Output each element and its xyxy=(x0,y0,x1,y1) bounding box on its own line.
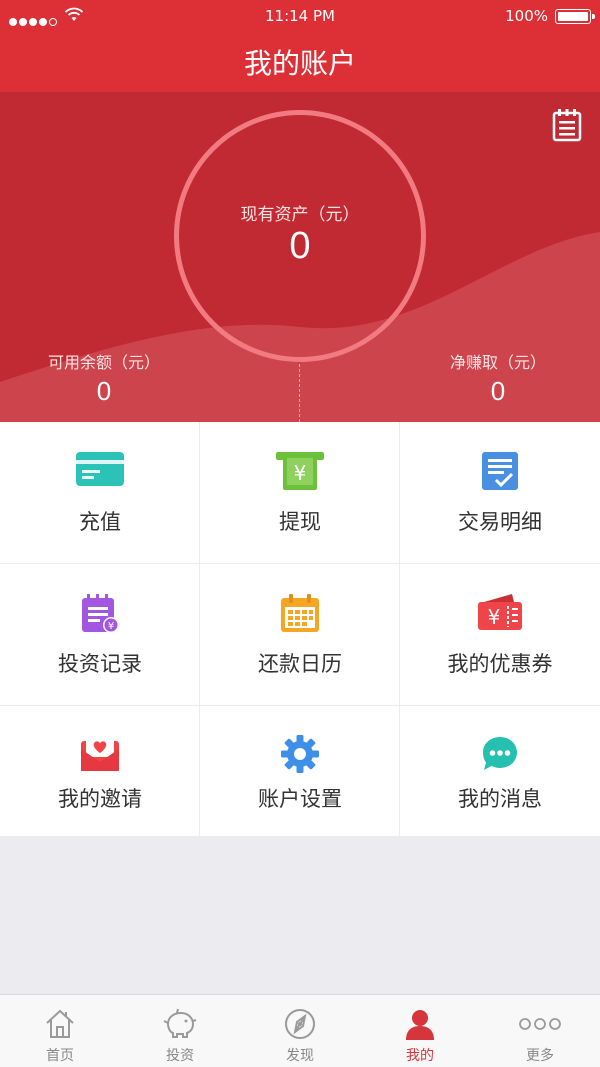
account-summary: 现有资产（元） 0 可用余额（元） 0 净赚取（元） 0 xyxy=(0,92,600,422)
menu-transactions[interactable]: 交易明细 xyxy=(400,422,600,564)
menu-withdraw[interactable]: ¥ 提现 xyxy=(200,422,400,564)
home-icon xyxy=(46,1009,74,1038)
battery-percent: 100% xyxy=(505,7,548,25)
tab-label: 首页 xyxy=(46,1048,74,1064)
tab-label: 更多 xyxy=(526,1048,554,1064)
tab-label: 发现 xyxy=(286,1048,314,1064)
net-earned-label: 净赚取（元） xyxy=(449,353,546,372)
menu-coupons[interactable]: ¥ 我的优惠券 xyxy=(400,564,600,706)
piggy-bank-icon xyxy=(163,1008,197,1038)
total-assets-value: 0 xyxy=(289,225,311,267)
tab-mine[interactable]: 我的 xyxy=(360,995,480,1067)
available-balance-value: 0 xyxy=(96,376,112,406)
nav-bar: 我的账户 xyxy=(0,32,600,92)
menu-repayment-calendar[interactable]: 还款日历 xyxy=(200,564,400,706)
atm-yen-icon: ¥ xyxy=(276,452,324,490)
tab-invest[interactable]: 投资 xyxy=(120,995,240,1067)
menu-label: 还款日历 xyxy=(258,652,342,676)
menu-label: 我的优惠券 xyxy=(447,652,553,676)
battery-icon xyxy=(555,9,595,24)
notepad-yen-icon: ¥ xyxy=(82,594,119,633)
menu-account-settings[interactable]: 账户设置 xyxy=(200,706,400,837)
coupon-yen-icon: ¥ xyxy=(478,594,522,630)
card-icon xyxy=(76,452,124,486)
divider xyxy=(299,364,300,422)
svg-text:¥: ¥ xyxy=(294,461,307,485)
page-title: 我的账户 xyxy=(243,47,356,80)
menu-recharge[interactable]: 充值 xyxy=(0,422,200,564)
tab-label: 我的 xyxy=(406,1048,434,1064)
gear-icon xyxy=(281,735,319,773)
menu-label: 我的消息 xyxy=(458,787,542,811)
more-dots-icon xyxy=(519,1018,561,1030)
menu-messages[interactable]: 我的消息 xyxy=(400,706,600,837)
net-earned-value: 0 xyxy=(490,376,506,406)
menu-label: 提现 xyxy=(279,510,321,534)
person-icon xyxy=(406,1010,434,1040)
menu-label: 投资记录 xyxy=(58,652,142,676)
svg-text:¥: ¥ xyxy=(488,605,501,629)
tab-home[interactable]: 首页 xyxy=(0,995,120,1067)
heart-envelope-icon xyxy=(81,735,119,771)
available-balance-label: 可用余额（元） xyxy=(47,353,160,372)
status-bar: 11:14 PM 100% xyxy=(0,0,600,32)
menu-label: 交易明细 xyxy=(458,510,542,534)
checked-document-icon xyxy=(482,452,518,490)
menu-investment-records[interactable]: ¥ 投资记录 xyxy=(0,564,200,706)
menu-invitations[interactable]: 我的邀请 xyxy=(0,706,200,837)
calendar-icon xyxy=(281,594,319,632)
tab-discover[interactable]: 发现 xyxy=(240,995,360,1067)
tab-bar: 首页 投资 发现 我的 更多 xyxy=(0,994,600,1067)
menu-label: 我的邀请 xyxy=(58,787,142,811)
menu-label: 账户设置 xyxy=(258,787,342,811)
total-assets-label: 现有资产（元） xyxy=(240,205,360,225)
tab-label: 投资 xyxy=(166,1048,194,1064)
notes-icon[interactable] xyxy=(552,108,582,142)
menu-grid: 充值 ¥ 提现 交易明细 ¥ 投资记录 还款日历 ¥ 我的优惠券 我的邀请 账户… xyxy=(0,422,600,837)
tab-more[interactable]: 更多 xyxy=(480,995,600,1067)
svg-text:¥: ¥ xyxy=(108,621,114,632)
compass-icon xyxy=(285,1009,315,1039)
menu-label: 充值 xyxy=(79,510,121,534)
chat-bubble-icon xyxy=(483,737,517,770)
